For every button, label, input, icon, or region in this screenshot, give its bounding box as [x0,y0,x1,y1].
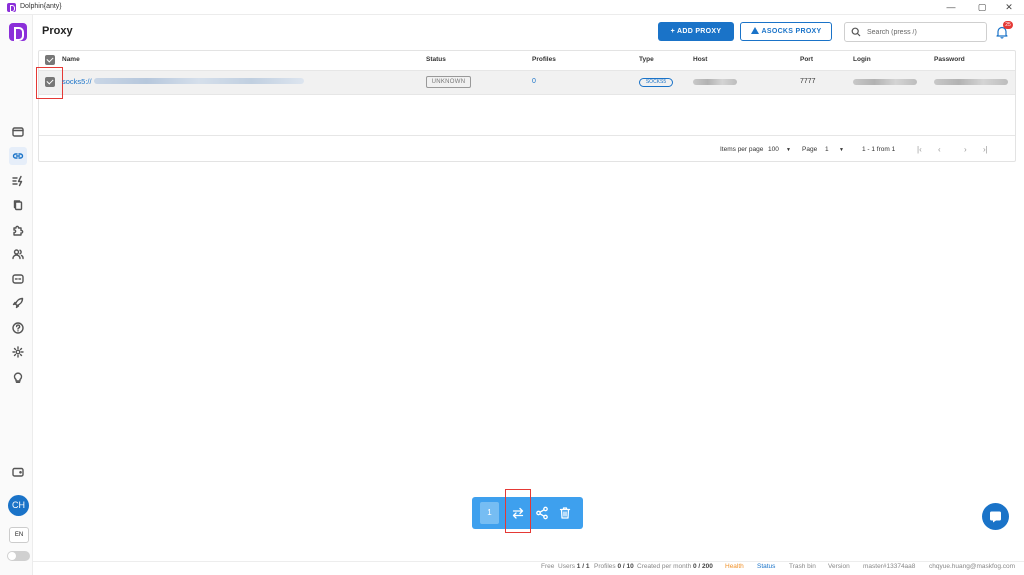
lightbulb-icon [13,372,23,383]
footer-profiles-value: 0 / 10 [617,563,634,570]
next-page-icon[interactable]: › [964,145,967,154]
asocks-proxy-button[interactable]: ASOCKS PROXY [740,22,832,41]
last-page-icon[interactable]: ›| [983,145,988,154]
items-per-page-select[interactable]: 100 [768,146,779,153]
proxy-name-link[interactable]: socks5:// [62,77,92,86]
sidebar-item-proxy[interactable] [9,147,27,165]
share-proxy-button[interactable] [535,506,549,520]
users-icon [12,249,24,260]
column-header-profiles[interactable]: Profiles [532,56,556,63]
browser-window-icon [12,127,24,137]
close-window-button[interactable]: ✕ [994,1,1024,14]
footer-health-link[interactable]: Health [725,563,744,570]
link-icon [12,153,24,159]
sidebar-item-browser-profiles[interactable] [9,123,27,141]
footer-status-link[interactable]: Status [757,563,775,570]
footer-trash-link[interactable]: Trash bin [789,563,816,570]
sidebar-item-wallet[interactable] [9,463,27,481]
footer-profiles: Profiles 0 / 10 [594,563,634,570]
first-page-icon[interactable]: |‹ [917,145,922,154]
window-title: Dolphin{anty} [20,3,62,10]
sidebar-item-team[interactable] [9,245,27,263]
page-title: Proxy [42,25,73,37]
host-redacted [693,79,737,85]
column-header-host[interactable]: Host [693,56,707,63]
brand-logo-icon[interactable] [9,23,27,41]
select-all-checkbox[interactable] [45,55,55,65]
column-header-name[interactable]: Name [62,56,80,63]
search-box[interactable] [844,22,987,42]
column-header-password[interactable]: Password [934,56,965,63]
lightning-list-icon [12,175,23,187]
window-title-bar [0,0,1024,15]
previous-page-icon[interactable]: ‹ [938,145,941,154]
type-badge: SOCKS5 [639,78,673,87]
trash-icon [559,507,571,519]
wallet-icon [12,467,24,477]
add-proxy-button[interactable]: + ADD PROXY [658,22,734,41]
copy-icon [13,200,23,211]
footer-plan: Free [541,563,555,570]
row-checkbox[interactable] [45,77,55,87]
column-header-port[interactable]: Port [800,56,813,63]
status-badge[interactable]: UNKNOWN [426,76,471,88]
footer-version-label: Version [828,563,850,570]
proxy-address-redacted [94,78,304,84]
delete-proxy-button[interactable] [558,506,572,520]
items-per-page-dropdown-icon[interactable]: ▼ [786,147,791,153]
question-icon [12,322,24,334]
sidebar-item-launch[interactable] [9,294,27,312]
items-per-page-label: Items per page [720,146,764,153]
footer-users: Users 1 / 1 [558,563,589,570]
language-selector[interactable]: EN [9,527,29,543]
sidebar-item-extensions[interactable] [9,221,27,239]
minimize-button[interactable]: — [936,1,966,14]
api-icon [12,274,24,284]
login-redacted [853,79,917,85]
gear-icon [12,346,24,358]
footer-email: chqyue.huang@maskfog.com [929,563,1016,570]
page-dropdown-icon[interactable]: ▼ [839,147,844,153]
search-input[interactable] [867,25,982,39]
footer-created-label: Created per month [637,563,692,570]
footer-profiles-label: Profiles [594,563,616,570]
dolphin-logo-icon [7,3,16,12]
rocket-icon [12,297,24,309]
sidebar-item-settings[interactable] [9,343,27,361]
asocks-logo-icon [750,27,759,34]
selected-count: 1 [480,502,499,524]
user-avatar[interactable]: CH [8,495,29,516]
sidebar-item-api[interactable] [9,270,27,288]
move-button-highlight [505,489,531,533]
column-header-type[interactable]: Type [639,56,654,63]
sidebar-item-clipboard[interactable] [9,196,27,214]
search-icon [851,27,861,37]
port-value: 7777 [800,78,816,85]
page-select[interactable]: 1 [825,146,829,153]
profiles-count[interactable]: 0 [532,78,536,85]
footer-created-value: 0 / 200 [693,563,713,570]
share-icon [536,506,548,520]
sidebar-item-ideas[interactable] [9,368,27,386]
theme-toggle[interactable] [7,551,30,561]
puzzle-icon [13,225,24,236]
column-header-status[interactable]: Status [426,56,446,63]
chat-icon [990,511,1001,523]
column-header-login[interactable]: Login [853,56,871,63]
asocks-proxy-label: ASOCKS PROXY [761,28,822,35]
footer-users-label: Users [558,563,575,570]
sidebar-item-help[interactable] [9,319,27,337]
table-divider [39,135,1015,136]
maximize-button[interactable]: ▢ [967,1,997,14]
support-chat-button[interactable] [982,503,1009,530]
footer-users-value: 1 / 1 [576,563,590,570]
footer-created: Created per month 0 / 200 [637,563,713,570]
footer-build: master#13374aa8 [863,563,916,570]
page-label: Page [802,146,818,153]
pagination-range: 1 - 1 from 1 [862,146,896,153]
notifications-badge: 25 [1003,21,1013,29]
sidebar-item-automation[interactable] [9,172,27,190]
password-redacted [934,79,1008,85]
